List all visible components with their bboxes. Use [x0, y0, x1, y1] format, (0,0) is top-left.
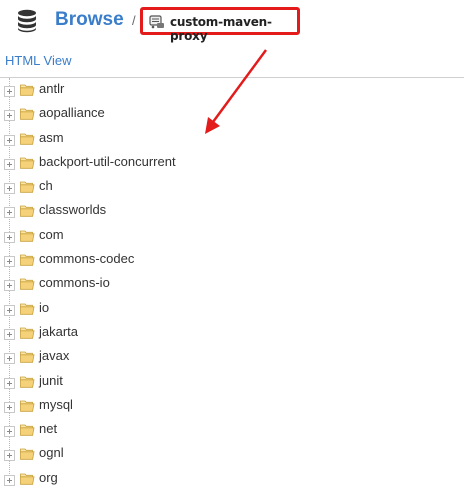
repository-icon [149, 15, 165, 34]
database-icon [16, 9, 38, 38]
tree-item-label: ognl [39, 445, 64, 461]
tree-item-ch[interactable]: ch [0, 175, 464, 199]
tree-item-junit[interactable]: junit [0, 370, 464, 394]
folder-open-icon [20, 253, 35, 266]
folder-open-icon [20, 302, 35, 315]
folder-open-icon [20, 229, 35, 242]
expand-plus-icon[interactable] [4, 84, 15, 97]
folder-open-icon [20, 132, 35, 145]
tree-item-label: jakarta [39, 323, 79, 339]
folder-open-icon [20, 204, 35, 218]
tree-item-ognl[interactable]: ognl [0, 442, 464, 466]
folder-open-icon [20, 399, 35, 412]
tree-item-label: antlr [39, 81, 65, 96]
tree-item-label: org [39, 469, 58, 485]
folder-open-icon [20, 375, 35, 388]
expand-plus-icon[interactable] [4, 400, 15, 413]
expand-plus-icon[interactable] [4, 181, 15, 195]
folder-open-icon [20, 156, 35, 169]
expand-plus-icon[interactable] [4, 303, 15, 316]
folder-open-icon [20, 277, 35, 291]
expand-plus-icon[interactable] [4, 448, 15, 462]
tree-item-label: junit [39, 372, 63, 388]
tree-item-io[interactable]: io [0, 297, 464, 321]
folder-open-icon [20, 326, 35, 339]
page-title: Browse [55, 9, 124, 30]
repository-breadcrumb[interactable]: custom-maven-proxy [140, 7, 300, 43]
html-view-link[interactable]: HTML View [5, 53, 71, 68]
expand-plus-icon[interactable] [4, 157, 15, 170]
tree-item-classworlds[interactable]: classworlds [0, 199, 464, 223]
folder-open-icon [20, 180, 35, 193]
repository-name: custom-maven-proxy [170, 15, 272, 43]
folder-tree: antlr aopalliance asm backport-util-conc… [0, 78, 464, 491]
tree-item-aopalliance[interactable]: aopalliance [0, 102, 464, 126]
folder-open-icon [20, 472, 35, 485]
expand-plus-icon[interactable] [4, 278, 15, 292]
tree-item-jakarta[interactable]: jakarta [0, 321, 464, 345]
page-header: Browse / custom-maven-proxy [0, 0, 464, 44]
expand-plus-icon[interactable] [4, 327, 15, 340]
tree-item-mysql[interactable]: mysql [0, 394, 464, 418]
folder-open-icon [20, 447, 35, 461]
expand-plus-icon[interactable] [4, 230, 15, 243]
expand-plus-icon[interactable] [4, 254, 15, 268]
tree-item-net[interactable]: net [0, 418, 464, 442]
tree-item-asm[interactable]: asm [0, 127, 464, 151]
tree-item-label: net [39, 421, 58, 437]
tree-item-commons-codec[interactable]: commons-codec [0, 248, 464, 272]
tree-item-org[interactable]: org [0, 467, 464, 491]
tree-item-label: commons-io [39, 275, 110, 291]
tree-item-label: classworlds [39, 202, 107, 218]
tree-item-label: aopalliance [39, 105, 105, 121]
tree-item-label: io [39, 299, 50, 315]
tree-item-label: mysql [39, 396, 73, 412]
expand-plus-icon[interactable] [4, 205, 15, 219]
tree-item-backport-util-concurrent[interactable]: backport-util-concurrent [0, 151, 464, 175]
tree-item-label: backport-util-concurrent [39, 153, 176, 169]
expand-plus-icon[interactable] [4, 473, 15, 486]
expand-plus-icon[interactable] [4, 108, 15, 122]
tree-item-com[interactable]: com [0, 224, 464, 248]
tree-item-label: com [39, 226, 64, 242]
tree-item-commons-io[interactable]: commons-io [0, 272, 464, 296]
expand-plus-icon[interactable] [4, 133, 15, 146]
folder-open-icon [20, 83, 35, 96]
tree-item-label: commons-codec [39, 251, 135, 267]
tree-item-antlr[interactable]: antlr [0, 78, 464, 102]
tree-item-javax[interactable]: javax [0, 345, 464, 369]
breadcrumb-separator: / [132, 13, 136, 28]
tree-item-label: javax [39, 348, 70, 364]
expand-plus-icon[interactable] [4, 376, 15, 389]
folder-open-icon [20, 107, 35, 120]
expand-plus-icon[interactable] [4, 424, 15, 438]
folder-open-icon [20, 423, 35, 436]
folder-open-icon [20, 350, 35, 363]
tree-item-label: asm [39, 129, 64, 145]
tree-item-label: ch [39, 178, 53, 194]
expand-plus-icon[interactable] [4, 351, 15, 365]
